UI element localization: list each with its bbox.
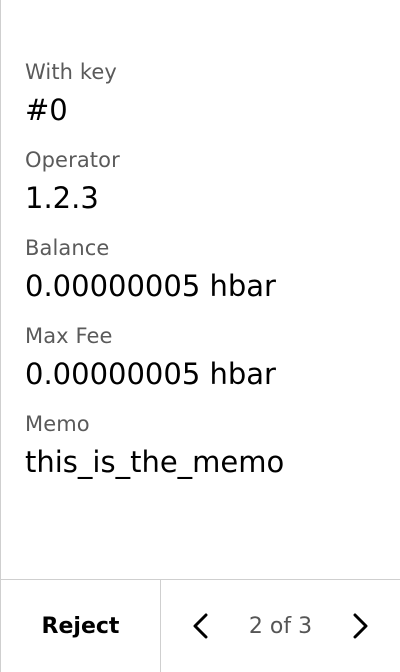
next-page-button[interactable] [336,580,384,672]
field-value: this_is_the_memo [25,445,285,479]
review-screen: With key #0 Operator 1.2.3 Balance 0.000… [0,0,400,672]
field-label: Max Fee [25,324,113,348]
page-navigation: 2 of 3 [161,580,400,672]
page-indicator: 2 of 3 [248,613,313,639]
footer-bar: Reject 2 of 3 [1,579,400,672]
field-memo: Memo this_is_the_memo [25,410,390,498]
chevron-right-icon [353,613,368,639]
field-with-key: With key #0 [25,58,390,146]
field-operator: Operator 1.2.3 [25,146,390,234]
reject-button[interactable]: Reject [1,580,161,672]
field-label: Operator [25,148,120,172]
field-value: 0.00000005 hbar [25,357,276,391]
field-label: Memo [25,412,90,436]
field-value: #0 [25,93,68,127]
field-label: Balance [25,236,110,260]
field-label: With key [25,60,117,84]
field-value: 1.2.3 [25,181,99,215]
transaction-fields: With key #0 Operator 1.2.3 Balance 0.000… [25,58,390,498]
field-value: 0.00000005 hbar [25,269,276,303]
field-max-fee: Max Fee 0.00000005 hbar [25,322,390,410]
field-balance: Balance 0.00000005 hbar [25,234,390,322]
